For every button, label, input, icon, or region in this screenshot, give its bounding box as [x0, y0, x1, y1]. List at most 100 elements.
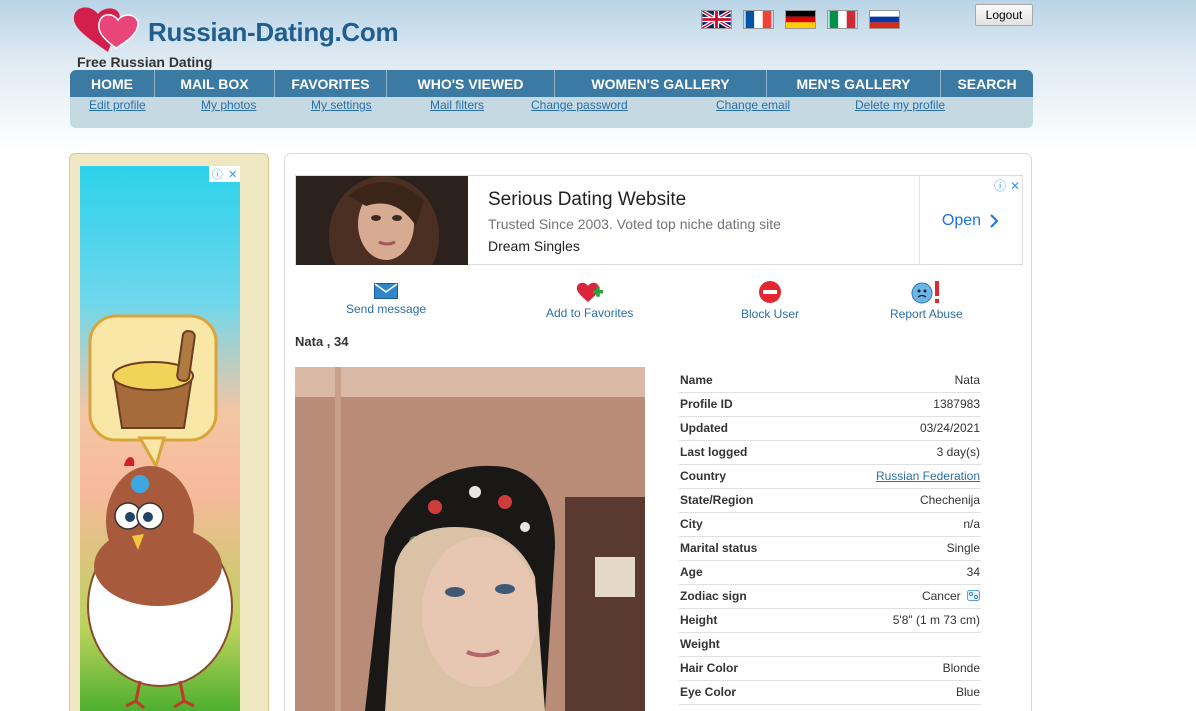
field-label: Country: [679, 464, 809, 489]
profile-details-table: Name Nata Profile ID 1387983 Updated 03/…: [679, 368, 981, 705]
nav-search[interactable]: SEARCH: [941, 70, 1033, 97]
report-abuse-button[interactable]: Report Abuse: [890, 280, 963, 321]
field-label: Updated: [679, 416, 809, 441]
field-value: 34: [808, 560, 981, 585]
sidebar-advertisement[interactable]: ⓘ ✕: [80, 166, 240, 711]
german-flag-icon[interactable]: [785, 10, 816, 29]
field-value: Single: [808, 536, 981, 561]
profile-photo-image-icon: [295, 367, 645, 711]
nav-home[interactable]: HOME: [70, 70, 155, 97]
table-row: Hair Color Blonde: [679, 656, 981, 681]
block-user-label: Block User: [741, 307, 800, 321]
field-value: Cancer: [808, 584, 981, 609]
field-label: Eye Color: [679, 680, 809, 705]
ad-brand: Dream Singles: [488, 238, 580, 254]
field-value: 3 day(s): [808, 440, 981, 465]
table-row: Weight: [679, 632, 981, 657]
table-row: Last logged 3 day(s): [679, 440, 981, 465]
ad-choices[interactable]: ⓘ ✕: [994, 177, 1020, 194]
field-value: Blue: [808, 680, 981, 705]
field-value: Russian Federation: [808, 464, 981, 489]
field-value: Blonde: [808, 656, 981, 681]
field-label: Marital status: [679, 536, 809, 561]
ad-subtitle: Trusted Since 2003. Voted top niche dati…: [488, 216, 781, 232]
heart-plus-icon: [576, 282, 603, 302]
nav-favorites[interactable]: FAVORITES: [275, 70, 387, 97]
french-flag-icon[interactable]: [743, 10, 774, 29]
table-row: City n/a: [679, 512, 981, 537]
info-icon[interactable]: ⓘ: [994, 179, 1006, 193]
game-ad-illustration-icon: [87, 314, 233, 710]
top-advertisement[interactable]: Serious Dating Website Trusted Since 200…: [295, 175, 1023, 265]
russian-flag-icon[interactable]: [869, 10, 900, 29]
subnav-my-settings[interactable]: My settings: [311, 98, 372, 112]
table-row: Zodiac sign Cancer: [679, 584, 981, 609]
table-row: Name Nata: [679, 368, 981, 393]
subnav-change-email[interactable]: Change email: [716, 98, 790, 112]
main-menu: HOME MAIL BOX FAVORITES WHO'S VIEWED WOM…: [70, 70, 1033, 97]
zodiac-value: Cancer: [921, 589, 961, 603]
ad-woman-image-icon: [296, 176, 468, 265]
language-flags: [701, 10, 900, 29]
field-value: n/a: [808, 512, 981, 537]
table-row: State/Region Chechenija: [679, 488, 981, 513]
field-label: Name: [679, 368, 809, 393]
hearts-logo-icon: [73, 7, 139, 53]
table-row: Height 5'8" (1 m 73 cm): [679, 608, 981, 633]
block-icon: [759, 281, 781, 303]
field-value: 5'8" (1 m 73 cm): [808, 608, 981, 633]
send-message-label: Send message: [346, 302, 427, 316]
chevron-right-icon: [990, 213, 999, 228]
tagline: Free Russian Dating: [77, 54, 213, 70]
nav-whos-viewed[interactable]: WHO'S VIEWED: [387, 70, 555, 97]
english-flag-icon[interactable]: [701, 10, 732, 29]
field-label: Last logged: [679, 440, 809, 465]
field-value: [808, 632, 981, 657]
table-row: Eye Color Blue: [679, 680, 981, 705]
report-abuse-icon: [911, 281, 940, 304]
add-to-favorites-label: Add to Favorites: [546, 306, 634, 320]
subnav-change-password[interactable]: Change password: [531, 98, 628, 112]
table-row: Marital status Single: [679, 536, 981, 561]
table-row: Country Russian Federation: [679, 464, 981, 489]
cancer-zodiac-icon: [967, 590, 980, 601]
profile-heading: Nata , 34: [295, 334, 349, 349]
add-to-favorites-button[interactable]: Add to Favorites: [546, 281, 633, 320]
field-value: 03/24/2021: [808, 416, 981, 441]
report-abuse-label: Report Abuse: [890, 307, 963, 321]
field-label: Profile ID: [679, 392, 809, 417]
ad-title[interactable]: Serious Dating Website: [488, 189, 686, 211]
field-label: Weight: [679, 632, 809, 657]
field-label: Zodiac sign: [679, 584, 809, 609]
subnav-my-photos[interactable]: My photos: [201, 98, 256, 112]
envelope-icon: [374, 283, 399, 299]
nav-womens-gallery[interactable]: WOMEN'S GALLERY: [555, 70, 767, 97]
field-label: Hair Color: [679, 656, 809, 681]
nav-mens-gallery[interactable]: MEN'S GALLERY: [767, 70, 941, 97]
field-label: City: [679, 512, 809, 537]
field-label: State/Region: [679, 488, 809, 513]
ad-photo[interactable]: [296, 176, 468, 265]
subnav-delete-profile[interactable]: Delete my profile: [855, 98, 945, 112]
field-label: Height: [679, 608, 809, 633]
send-message-button[interactable]: Send message: [346, 283, 426, 316]
table-row: Profile ID 1387983: [679, 392, 981, 417]
field-value: Chechenija: [808, 488, 981, 513]
profile-photo[interactable]: [295, 367, 645, 711]
nav-mail-box[interactable]: MAIL BOX: [155, 70, 275, 97]
table-row: Updated 03/24/2021: [679, 416, 981, 441]
italian-flag-icon[interactable]: [827, 10, 858, 29]
subnav-edit-profile[interactable]: Edit profile: [89, 98, 146, 112]
field-value: 1387983: [808, 392, 981, 417]
subnav-mail-filters[interactable]: Mail filters: [430, 98, 484, 112]
ad-open-label: Open: [941, 211, 982, 229]
logout-button[interactable]: Logout: [975, 4, 1033, 26]
logo-text: Russian-Dating.Com: [148, 17, 399, 47]
block-user-button[interactable]: Block User: [741, 280, 799, 321]
close-icon[interactable]: ✕: [1010, 179, 1020, 193]
field-value: Nata: [808, 368, 981, 393]
field-label: Age: [679, 560, 809, 585]
country-link[interactable]: Russian Federation: [876, 469, 980, 483]
table-row: Age 34: [679, 560, 981, 585]
main-navigation: HOME MAIL BOX FAVORITES WHO'S VIEWED WOM…: [70, 70, 1033, 128]
